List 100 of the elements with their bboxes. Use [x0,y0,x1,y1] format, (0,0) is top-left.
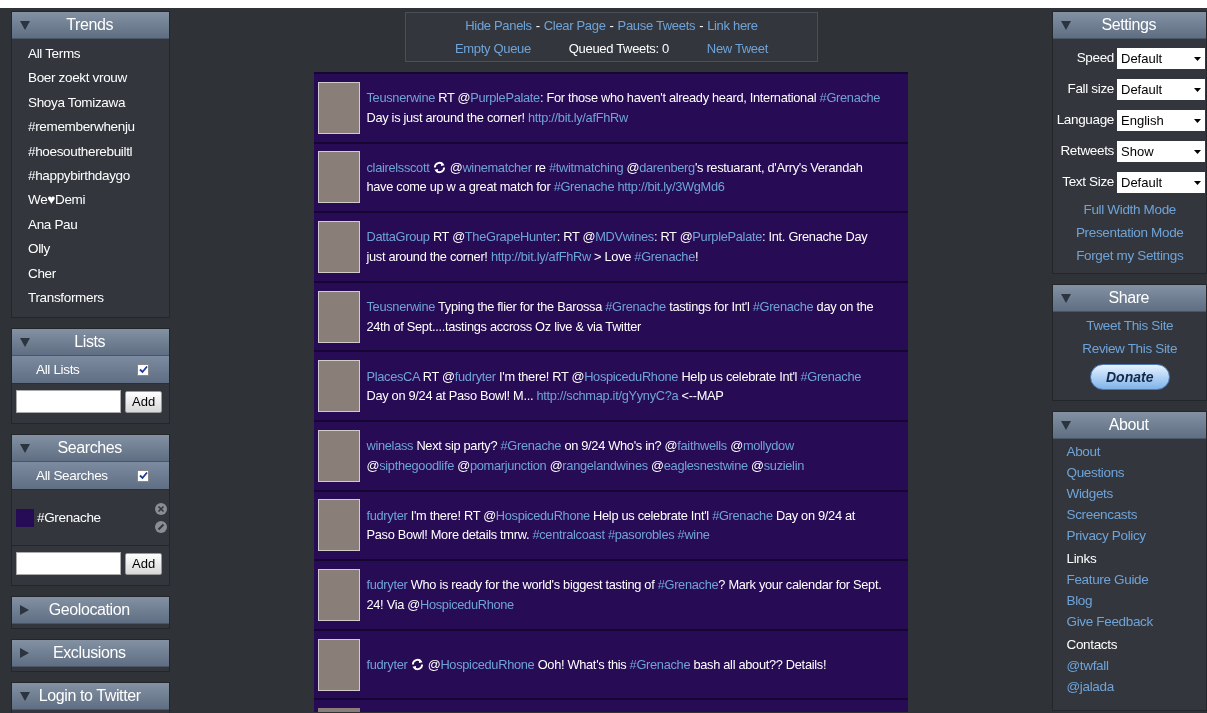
tweet-link[interactable]: #pasorobles [604,527,675,543]
collapse-arrow-icon[interactable] [20,443,30,453]
trend-link[interactable]: All Terms [28,42,170,67]
expand-arrow-icon[interactable] [20,605,29,616]
share-link[interactable]: Tweet This Site [1086,314,1174,337]
edit-pencil-icon[interactable] [155,520,168,533]
tweet-link[interactable]: #Grenache [712,507,773,523]
add-button[interactable]: Add [125,390,163,413]
tweet-link[interactable]: mollydow [742,438,794,454]
username-link[interactable]: DattaGroup [366,229,430,245]
about-link[interactable]: @jalada [1066,676,1206,697]
trend-link[interactable]: #happybirthdaygo [28,164,170,189]
tweet-link[interactable]: winematcher [462,159,532,175]
tweet-link[interactable]: darenberg [639,159,695,175]
tweet-link[interactable]: #Grenache [629,656,691,672]
trend-link[interactable]: Shoya Tomizawa [28,90,170,116]
username-link[interactable]: clairelsscott [366,159,430,175]
control-link[interactable]: Pause Tweets [617,16,696,36]
collapse-arrow-icon[interactable] [20,20,30,30]
tweet-link[interactable]: http://bit.ly/afFhRw [490,249,591,264]
all-lists-row[interactable]: All Lists [12,356,170,385]
add-button[interactable]: Add [125,552,163,575]
checkbox[interactable] [137,469,150,482]
settings-link[interactable]: Presentation Mode [1075,221,1184,244]
new-tweet-link[interactable]: New Tweet [706,38,768,58]
setting-select[interactable]: Show [1117,141,1205,162]
tweet-link[interactable]: #wine [674,527,710,543]
trend-link[interactable]: Transformers [28,286,170,311]
panel-header[interactable]: Exclusions [12,640,170,668]
collapse-arrow-icon[interactable] [1061,20,1072,30]
tweet-link[interactable]: pomarjunction [469,457,547,473]
username-link[interactable]: Teusnerwine [366,299,436,315]
share-link[interactable]: Review This Site [1082,337,1178,360]
collapse-arrow-icon[interactable] [20,337,30,347]
panel-header[interactable]: Trends [12,12,170,39]
tweet-link[interactable]: #Grenache [500,438,562,454]
panel-header[interactable]: Share [1053,285,1206,312]
tweet-link[interactable]: sipthegoodlife [379,457,454,473]
expand-arrow-icon[interactable] [20,648,29,659]
about-link[interactable]: Widgets [1066,483,1206,504]
trend-link[interactable]: Cher [28,261,170,287]
setting-select[interactable]: English [1117,110,1205,131]
tweet-link[interactable]: http://schmap.it/gYynyC?a [536,388,679,404]
trend-link[interactable]: We♥Demi [28,188,170,213]
tweet-link[interactable]: eaglesnestwine [663,457,748,473]
setting-select[interactable]: Default [1117,172,1205,193]
trend-link[interactable]: Ana Pau [28,212,170,238]
trend-link[interactable]: #hoesoutherebuiltl [28,139,170,165]
search-term[interactable]: #Grenache [37,507,156,529]
tweet-link[interactable]: #centralcoast [532,527,605,543]
remove-icon[interactable] [155,502,168,515]
tweet-link[interactable]: #Grenache [800,368,862,384]
tweet-link[interactable]: faithwells [677,438,727,454]
panel-header[interactable]: Searches [12,435,170,463]
collapse-arrow-icon[interactable] [1061,293,1072,303]
tweet-link[interactable]: #Grenache [657,577,719,593]
collapse-arrow-icon[interactable] [1061,420,1072,430]
tweet-link[interactable]: HospiceduRhone [495,507,590,523]
panel-header[interactable]: Lists [12,329,170,357]
tweet-link[interactable]: rangelandwines [562,457,648,473]
username-link[interactable]: PlacesCA [366,368,420,384]
all-searches-row[interactable]: All Searches [12,462,170,491]
trend-link[interactable]: Olly [28,237,170,262]
panel-header[interactable]: Settings [1053,12,1206,39]
empty-queue-link[interactable]: Empty Queue [454,38,531,58]
tweet-link[interactable]: HospiceduRhone [440,656,535,672]
setting-select[interactable]: Default [1117,79,1205,100]
settings-link[interactable]: Full Width Mode [1083,198,1176,221]
checkbox[interactable] [137,363,150,376]
tweet-link[interactable]: TheGrapeHunter [464,229,557,245]
about-link[interactable]: Give Feedback [1066,611,1206,632]
tweet-link[interactable]: PurplePalate [470,90,540,106]
tweet-link[interactable]: #Grenache [634,249,695,264]
tweet-link[interactable]: #twitmatching [548,159,624,175]
username-link[interactable]: fudryter [366,507,408,523]
collapse-arrow-icon[interactable] [20,691,30,701]
about-link[interactable]: About [1066,441,1206,462]
about-link[interactable]: Screencasts [1066,504,1206,525]
trend-link[interactable]: #rememberwhenju [28,115,170,140]
control-link[interactable]: Hide Panels [465,16,532,36]
setting-select[interactable]: Default [1117,48,1205,69]
tweet-link[interactable]: suzielin [763,457,805,473]
tweet-link[interactable]: http://bit.ly/3WgMd6 [614,179,725,195]
panel-header[interactable]: Geolocation [12,597,170,625]
about-link[interactable]: Feature Guide [1066,569,1206,590]
tweet-link[interactable]: #Grenache [752,299,814,315]
username-link[interactable]: winelass [366,438,414,454]
tweet-link[interactable]: HospiceduRhone [584,368,679,384]
username-link[interactable]: Teusnerwine [366,90,436,106]
username-link[interactable]: fudryter [366,656,408,672]
settings-link[interactable]: Forget my Settings [1076,244,1184,267]
add-input-field[interactable] [16,390,121,414]
panel-header[interactable]: About [1053,412,1206,439]
tweet-link[interactable]: http://bit.ly/afFhRw [527,109,628,125]
panel-header[interactable]: Login to Twitter [12,683,170,711]
tweet-link[interactable]: MDVwines [595,229,654,245]
username-link[interactable]: fudryter [366,577,408,593]
donate-button[interactable]: Donate [1089,364,1170,390]
trend-link[interactable]: Boer zoekt vrouw [28,66,170,91]
control-link[interactable]: Link here [707,16,758,36]
